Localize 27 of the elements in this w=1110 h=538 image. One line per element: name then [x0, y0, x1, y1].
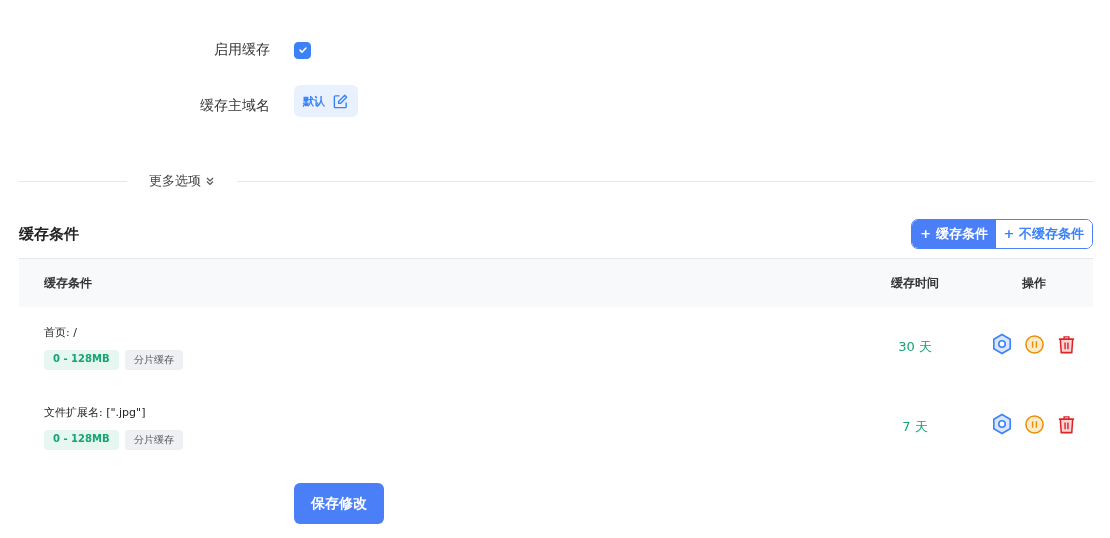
check-icon [296, 44, 309, 56]
condition-text: 文件扩展名: [".jpg"] [44, 404, 147, 420]
trash-icon[interactable] [1056, 333, 1077, 355]
column-header: 缓存条件 [43, 274, 93, 292]
save-button[interactable]: 保存修改 [294, 483, 384, 524]
section-title: 缓存条件 [19, 224, 79, 244]
trash-icon[interactable] [1056, 413, 1077, 435]
condition-text: 首页: / [44, 324, 78, 340]
field-label: 缓存主域名 [199, 97, 270, 115]
cache-time: 7 天 [901, 418, 929, 436]
edit-icon [332, 92, 349, 110]
pause-icon[interactable] [1024, 413, 1045, 435]
tag: 分片缓存 [124, 429, 183, 450]
hexagon-settings-icon[interactable] [991, 413, 1013, 435]
column-header: 操作 [1021, 274, 1047, 292]
checkbox[interactable] [294, 41, 311, 59]
more-options-toggle[interactable]: 更多选项 [127, 172, 237, 190]
cache-time: 30 天 [897, 338, 933, 356]
tag: 分片缓存 [124, 349, 183, 370]
column-header: 缓存时间 [890, 274, 940, 292]
host-edit-button[interactable]: 默认 [294, 85, 358, 117]
tag: 0 - 128MB [44, 429, 119, 450]
hexagon-settings-icon[interactable] [991, 333, 1013, 355]
add-condition-button[interactable]: + 缓存条件 [912, 220, 996, 248]
tag: 0 - 128MB [44, 349, 119, 370]
pause-icon[interactable] [1024, 333, 1045, 355]
field-label: 启用缓存 [213, 41, 270, 59]
